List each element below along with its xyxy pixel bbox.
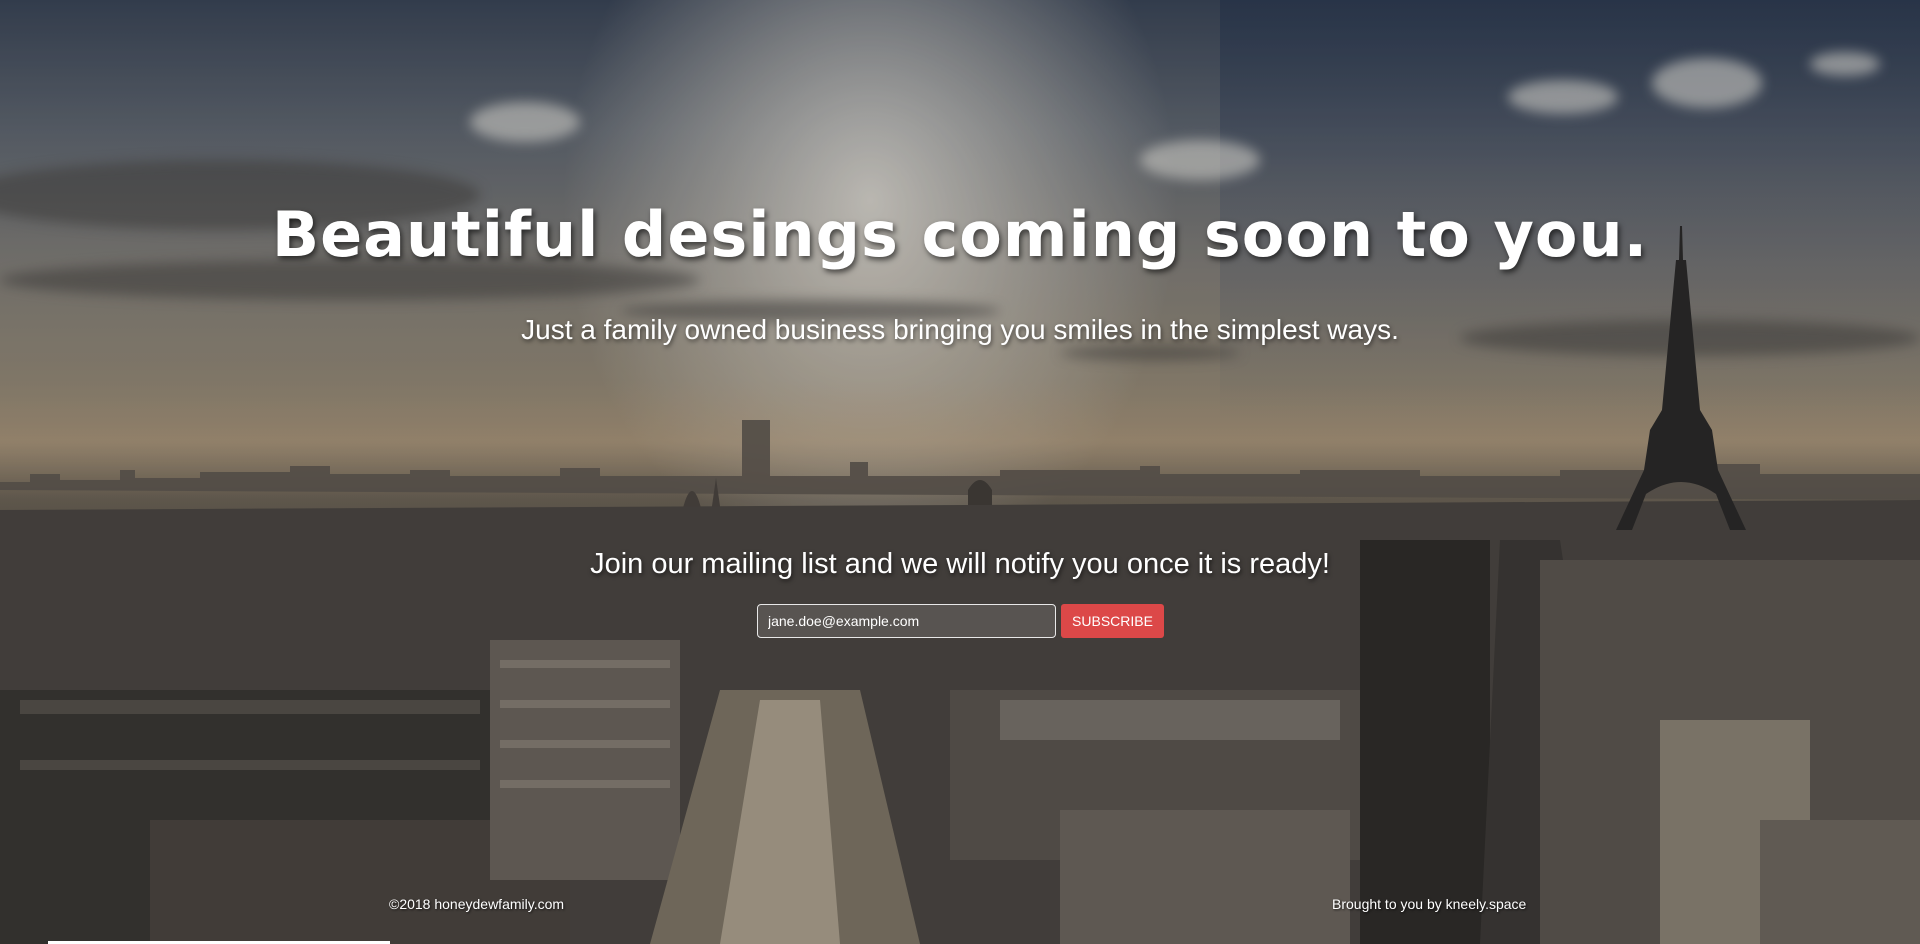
dark-overlay	[0, 0, 1920, 944]
mailing-list-heading: Join our mailing list and we will notify…	[590, 548, 1330, 580]
footer-copyright: ©2018 honeydewfamily.com	[389, 896, 565, 912]
email-input[interactable]	[757, 604, 1056, 638]
footer-credit-prefix: Brought to you by	[1332, 896, 1446, 912]
hero-subtitle: Just a family owned business bringing yo…	[521, 314, 1399, 345]
subscribe-form: SUBSCRIBE	[757, 604, 1165, 638]
footer-credit-link[interactable]: kneely.space	[1446, 896, 1527, 912]
subscribe-button[interactable]: SUBSCRIBE	[1061, 604, 1164, 638]
hero-title: Beautiful desings coming soon to you.	[271, 198, 1649, 271]
footer-credit: Brought to you by kneely.space	[1332, 896, 1526, 912]
